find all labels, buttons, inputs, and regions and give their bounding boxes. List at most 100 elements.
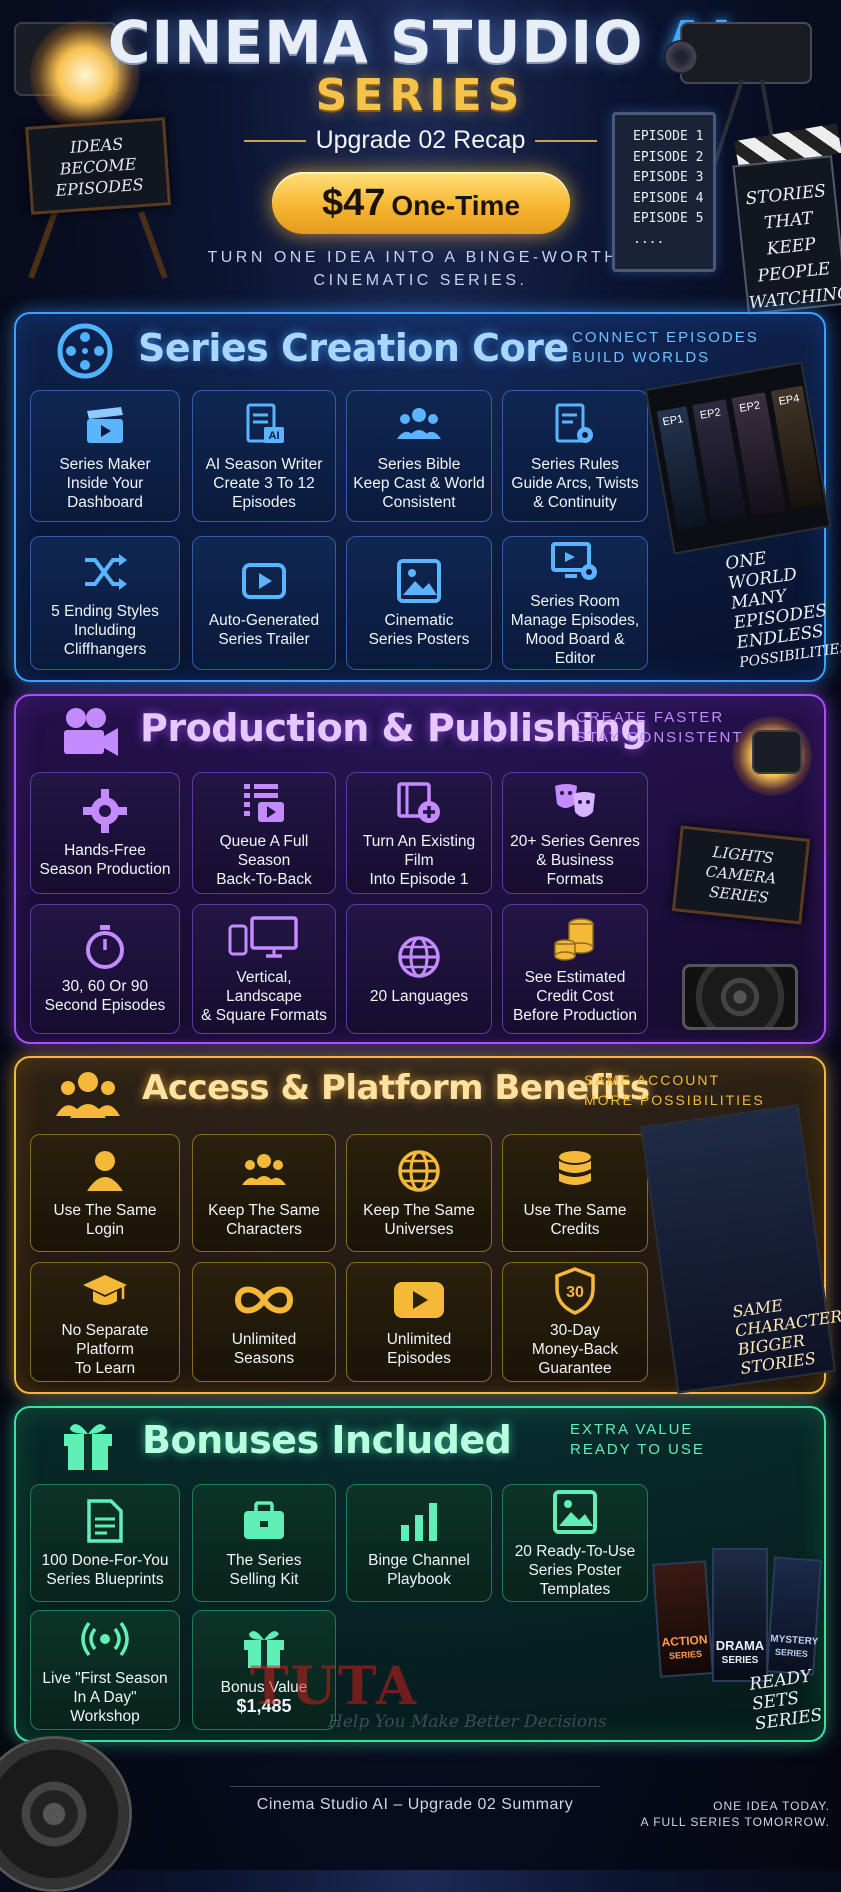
tile-label: Consistent [382, 493, 456, 511]
tile-label: Back-To-Back [216, 870, 312, 888]
section-title: Access & Platform Benefits [142, 1068, 650, 1108]
document-gear-icon [555, 403, 593, 443]
poster-action: ACTION SERIES [652, 1560, 714, 1678]
film-caption: READY SETS SERIES [748, 1666, 823, 1734]
tile-label: Use The Same [523, 1202, 627, 1219]
tile-series-rules: Series Rules Guide Arcs, Twists & Continui… [502, 390, 648, 522]
tile-label: Episodes [232, 493, 296, 511]
tile-label: The Series [226, 1552, 302, 1569]
watermark: TUTA [250, 1656, 419, 1717]
poster-subtitle: SERIES [721, 1655, 759, 1666]
tile-same-credits: Use The Same Credits [502, 1134, 648, 1252]
tile-label: Seasons [233, 1350, 295, 1367]
film-plus-icon [397, 781, 440, 823]
tile-label: Guarantee [538, 1359, 612, 1377]
tile-label: Series Maker [59, 455, 151, 473]
tile-label: Dashboard [67, 493, 143, 511]
globe-icon [398, 935, 440, 978]
play-icon [242, 563, 286, 599]
tile-same-characters: Keep The Same Characters [192, 1134, 336, 1252]
tile-label: Credits [550, 1221, 600, 1238]
episode-item: EPISODE 2 [633, 149, 704, 165]
section-tagline-line: READY TO USE [570, 1441, 705, 1458]
tile-label: Including [73, 621, 137, 639]
clapperboard-sign: STORIES THAT KEEP PEOPLE WATCHING [732, 155, 841, 315]
tagline: TURN ONE IDEA INTO A BINGE-WORTHY CINEMA… [200, 246, 641, 292]
tile-label: Series Posters [368, 631, 470, 648]
episode-item: EPISODE 5 [633, 211, 704, 226]
group-icon [397, 407, 441, 439]
tile-genres-formats: 20+ Series Genres & Business Formats [502, 772, 648, 894]
tile-label: Workshop [70, 1707, 140, 1725]
tile-selling-kit: The Series Selling Kit [192, 1484, 336, 1602]
footer-summary: Cinema Studio AI – Upgrade 02 Summary [256, 1796, 574, 1813]
gift-icon [64, 1424, 112, 1470]
tile-money-back: 30 30-Day Money-Back Guarantee [502, 1262, 648, 1382]
poster-mystery: MYSTERY SERIES [766, 1556, 822, 1676]
chair-sign: LIGHTS CAMERA SERIES [671, 825, 811, 925]
section-tagline-line: SAME ACCOUNT [584, 1072, 721, 1088]
tile-label: AI Season Writer [205, 455, 323, 473]
tile-same-universes: Keep The Same Universes [346, 1134, 492, 1252]
section-tagline-line: CONNECT EPISODES [572, 329, 759, 346]
episode-item: EPISODE 1 [633, 129, 704, 144]
tile-label: 20+ Series Genres [510, 832, 640, 850]
tile-label: Universes [384, 1221, 454, 1238]
coins-icon [554, 917, 594, 961]
episode-item: EPISODE 3 [633, 170, 704, 185]
tile-languages: 20 Languages [346, 904, 492, 1034]
price-amount: $47 [321, 182, 386, 224]
shield-badge-number: 30 [566, 1284, 584, 1301]
tile-film-to-episode: Turn An Existing Film Into Episode 1 [346, 772, 492, 894]
tile-label: 20 Languages [369, 987, 469, 1005]
stopwatch-icon [86, 925, 124, 969]
tile-label: 30, 60 Or 90 [61, 978, 149, 995]
tile-label: Before Production [512, 1006, 638, 1024]
tile-label: Templates [539, 1580, 611, 1598]
tile-label: Into Episode 1 [369, 870, 469, 888]
section-title: Series Creation Core [138, 326, 569, 370]
globe-icon [398, 1150, 440, 1192]
film-canisters [682, 964, 798, 1030]
database-icon [559, 1151, 591, 1185]
poster-title: DRAMA [715, 1638, 765, 1653]
tile-series-room: Series Room Manage Episodes, Mood Board & … [502, 536, 648, 670]
tile-label: 30-Day [550, 1321, 600, 1339]
tile-label: Keep The Same [363, 1202, 475, 1219]
tile-label: & Continuity [533, 493, 617, 511]
tile-unlimited-episodes: Unlimited Episodes [346, 1262, 492, 1382]
tile-label: & Square Formats [201, 1006, 327, 1024]
tile-label: Series Room [530, 593, 620, 610]
price-label: One-Time [391, 190, 521, 221]
tile-label: In A Day" [73, 1688, 137, 1706]
tile-label: Keep The Same [208, 1202, 320, 1219]
movie-camera-icon [64, 708, 118, 756]
tile-episode-length: 30, 60 Or 90 Second Episodes [30, 904, 180, 1034]
group-icon [242, 1154, 286, 1185]
tile-label: Episodes [387, 1350, 451, 1367]
section-tagline: CONNECT EPISODES BUILD WORLDS [572, 328, 759, 368]
tile-label: 100 Done-For-You [41, 1552, 169, 1569]
camera-icon [680, 22, 812, 84]
film-strip: EP1 EP2 EP2 EP4 [644, 361, 832, 555]
tile-label: Live "First Season [42, 1669, 168, 1687]
infinity-icon [234, 1286, 294, 1314]
footer-slogan-line: ONE IDEA TODAY. [713, 1799, 830, 1813]
section-production-publishing: Production & Publishing CREATE FASTER ST… [14, 694, 826, 1044]
section-tagline-line: BUILD WORLDS [572, 349, 711, 366]
tile-label: Keep Cast & World [353, 474, 485, 492]
tile-same-login: Use The Same Login [30, 1134, 180, 1252]
tile-series-bible: Series Bible Keep Cast & World Consistent [346, 390, 492, 522]
tile-label: Manage Episodes, [510, 612, 640, 629]
tile-label: Playbook [387, 1571, 451, 1588]
tile-ai-season-writer: AI AI Season Writer Create 3 To 12 Episode… [192, 390, 336, 522]
tile-label: Series Blueprints [46, 1571, 164, 1588]
theater-masks-icon [555, 783, 595, 817]
tile-label: Money-Back [531, 1340, 619, 1358]
monitor-gear-icon [551, 542, 597, 580]
poster-subtitle: SERIES [774, 1646, 809, 1660]
poster-drama: DRAMA SERIES [712, 1548, 768, 1682]
tile-label: Series Rules [531, 455, 619, 473]
tile-label: Unlimited [386, 1331, 452, 1348]
tile-label: Mood Board & Editor [525, 631, 625, 667]
